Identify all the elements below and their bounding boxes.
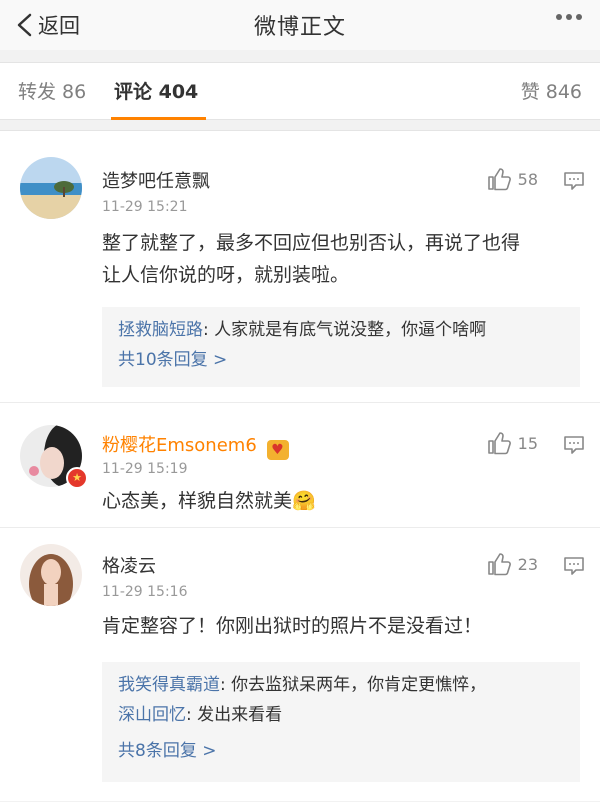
thumbs-up-icon	[487, 553, 511, 576]
chevron-left-icon	[17, 13, 32, 37]
hug-emoji: 🤗	[292, 490, 316, 512]
avatar[interactable]	[20, 544, 82, 606]
reply-author[interactable]: 拯救脑短路	[118, 320, 203, 340]
page-title: 微博正文	[253, 15, 346, 40]
comment-item: 格凌云 11-29 15:16 23 肯定整容了！你刚出狱时的照片不是没看过！ …	[0, 527, 600, 802]
tab-bar: 转发 86 评论 404 赞 846	[0, 62, 600, 120]
back-label: 返回	[38, 14, 80, 38]
view-more-replies-link[interactable]: 共8条回复 >	[118, 736, 564, 766]
reply-item: 深山回忆: 发出来看看	[118, 705, 283, 725]
active-tab-indicator	[111, 117, 206, 120]
member-crown-icon: ♥	[266, 440, 289, 460]
comment-time: 11-29 15:21	[102, 199, 188, 215]
view-more-replies-link[interactable]: 共10条回复 >	[118, 345, 564, 375]
comment-list: 造梦吧任意飘 11-29 15:21 58 整了就整了，最多不回应但也别否认，再…	[0, 130, 600, 801]
tab-comments[interactable]: 评论 404	[114, 77, 198, 104]
thumbs-up-icon	[487, 168, 511, 191]
comment-item: ★ 粉樱花Emsonem6 ♥ 11-29 15:19 15 心态美，样貌自然就…	[0, 402, 600, 527]
like-button[interactable]: 23	[486, 552, 538, 576]
comment-author[interactable]: 造梦吧任意飘	[102, 167, 210, 193]
like-button[interactable]: 15	[486, 431, 538, 455]
comment-time: 11-29 15:19	[102, 461, 188, 477]
reply-item: 我笑得真霸道: 你去监狱呆两年，你肯定更憔悴，	[118, 675, 487, 695]
comment-icon[interactable]	[563, 435, 585, 455]
reply-item: 拯救脑短路: 人家就是有底气说没整，你逼个啥啊	[118, 320, 487, 340]
like-button[interactable]: 58	[486, 167, 538, 191]
back-button[interactable]: 返回	[14, 10, 80, 40]
verified-badge-icon: ★	[66, 467, 88, 489]
like-count: 15	[517, 433, 538, 453]
comment-author[interactable]: 格凌云	[102, 552, 156, 578]
avatar[interactable]	[20, 157, 82, 219]
reply-box[interactable]: 我笑得真霸道: 你去监狱呆两年，你肯定更憔悴， 深山回忆: 发出来看看 共8条回…	[102, 662, 580, 782]
top-navigation-bar: 返回 微博正文	[0, 0, 600, 50]
more-options-icon[interactable]	[556, 14, 582, 20]
comment-icon[interactable]	[563, 171, 585, 191]
reply-author[interactable]: 我笑得真霸道	[118, 675, 220, 695]
comment-item: 造梦吧任意飘 11-29 15:21 58 整了就整了，最多不回应但也别否认，再…	[0, 131, 600, 401]
like-count: 58	[517, 169, 538, 189]
comment-text: 整了就整了，最多不回应但也别否认，再说了也得 让人信你说的呀，就别装啦。	[102, 232, 521, 286]
comment-author[interactable]: 粉樱花Emsonem6 ♥	[102, 431, 289, 460]
reply-author[interactable]: 深山回忆	[118, 705, 186, 725]
thumbs-up-icon	[487, 432, 511, 455]
comment-icon[interactable]	[563, 556, 585, 576]
tab-likes[interactable]: 赞 846	[521, 77, 582, 104]
comment-time: 11-29 15:16	[102, 584, 188, 600]
comment-text: 心态美，样貌自然就美🤗	[102, 490, 316, 512]
tab-repost[interactable]: 转发 86	[18, 77, 86, 104]
comment-text: 肯定整容了！你刚出狱时的照片不是没看过！	[102, 615, 483, 637]
like-count: 23	[517, 554, 538, 574]
reply-box[interactable]: 拯救脑短路: 人家就是有底气说没整，你逼个啥啊 共10条回复 >	[102, 307, 580, 387]
